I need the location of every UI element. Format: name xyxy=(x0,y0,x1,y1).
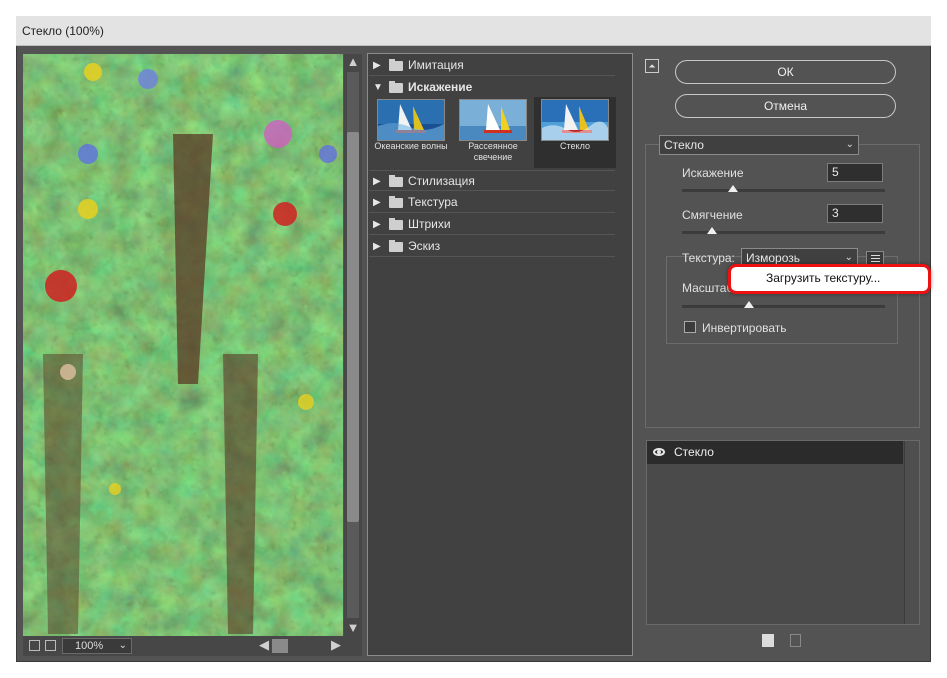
smoothness-input[interactable]: 3 xyxy=(827,204,883,223)
chevron-down-icon: ⌄ xyxy=(118,640,127,651)
window-title: Стекло (100%) xyxy=(16,16,931,46)
category-texture[interactable]: ▶ Текстура xyxy=(369,192,615,213)
filter-preview-image xyxy=(541,99,609,141)
preview-horizontal-scrollbar[interactable] xyxy=(136,638,344,654)
load-texture-menu: Загрузить текстуру... xyxy=(728,264,931,294)
load-texture-menu-item[interactable]: Загрузить текстуру... xyxy=(766,271,880,285)
smoothness-slider-handle[interactable] xyxy=(707,227,718,234)
scroll-right-icon[interactable]: ▶ xyxy=(328,638,344,652)
texture-select-value: Изморозь xyxy=(746,251,801,265)
expand-arrow-icon: ▶ xyxy=(373,241,381,252)
new-effect-layer-icon[interactable] xyxy=(762,634,774,647)
expand-arrow-icon: ▶ xyxy=(373,219,381,230)
ok-button[interactable]: ОК xyxy=(675,60,896,84)
effect-layer-row[interactable]: Стекло xyxy=(647,441,903,464)
smoothness-label: Смягчение xyxy=(682,208,743,222)
layers-scrollbar[interactable] xyxy=(904,441,919,624)
scale-label: Масштаб xyxy=(682,281,734,295)
texture-menu-icon[interactable] xyxy=(866,251,884,265)
collapse-gallery-icon[interactable]: ⏶ xyxy=(645,59,659,73)
filter-thumb-glass[interactable]: Стекло xyxy=(534,97,616,168)
distortion-slider-handle[interactable] xyxy=(727,185,738,192)
scroll-left-icon[interactable]: ◀ xyxy=(256,638,272,652)
invert-label: Инвертировать xyxy=(702,321,787,335)
folder-icon xyxy=(389,196,403,208)
folder-icon xyxy=(389,59,403,71)
chevron-down-icon: ⌄ xyxy=(845,139,854,150)
folder-open-icon xyxy=(389,81,403,93)
expand-arrow-icon: ▶ xyxy=(373,60,381,71)
collapse-arrow-icon: ▼ xyxy=(373,82,383,93)
zoom-out-icon[interactable] xyxy=(29,640,40,651)
folder-icon xyxy=(389,218,403,230)
scroll-up-icon[interactable]: ▲ xyxy=(346,55,360,69)
folder-icon xyxy=(389,240,403,252)
effect-layers-panel xyxy=(646,440,920,625)
effect-layer-name: Стекло xyxy=(674,445,714,459)
scroll-thumb[interactable] xyxy=(347,132,359,522)
scroll-down-icon[interactable]: ▼ xyxy=(346,621,360,635)
scale-slider[interactable] xyxy=(682,305,885,308)
category-sketch[interactable]: ▶ Эскиз xyxy=(369,236,615,257)
horizontal-scroll-thumb[interactable] xyxy=(272,639,288,653)
scale-slider-handle[interactable] xyxy=(743,301,754,308)
folder-icon xyxy=(389,175,403,187)
preview-image xyxy=(23,54,343,636)
filter-thumb-ocean-waves[interactable]: Океанские волны xyxy=(370,97,452,168)
zoom-value: 100% xyxy=(75,640,104,652)
expand-arrow-icon: ▶ xyxy=(373,197,381,208)
zoom-in-icon[interactable] xyxy=(45,640,56,651)
filter-select-value: Стекло xyxy=(664,138,704,152)
filter-thumb-diffuse-glow[interactable]: Рассеянное свечение xyxy=(452,97,534,168)
filter-preview-image xyxy=(377,99,445,141)
zoom-select[interactable]: 100% ⌄ xyxy=(62,638,132,654)
preview-vertical-scrollbar[interactable]: ▲ ▼ xyxy=(344,54,362,638)
preview-canvas[interactable] xyxy=(23,54,343,636)
category-stylize[interactable]: ▶ Стилизация xyxy=(369,170,615,191)
category-imitation[interactable]: ▶ Имитация xyxy=(369,55,615,76)
invert-checkbox[interactable] xyxy=(684,321,696,333)
filter-preview-image xyxy=(459,99,527,141)
expand-arrow-icon: ▶ xyxy=(373,176,381,187)
texture-label: Текстура: xyxy=(682,251,735,265)
eye-icon[interactable] xyxy=(653,448,665,456)
category-distortion[interactable]: ▼ Искажение xyxy=(369,77,615,98)
distortion-label: Искажение xyxy=(682,166,744,180)
category-brush-strokes[interactable]: ▶ Штрихи xyxy=(369,214,615,235)
distortion-input[interactable]: 5 xyxy=(827,163,883,182)
trash-icon[interactable] xyxy=(790,634,801,647)
distortion-slider[interactable] xyxy=(682,189,885,192)
cancel-button[interactable]: Отмена xyxy=(675,94,896,118)
filter-select[interactable]: Стекло ⌄ xyxy=(659,135,859,155)
